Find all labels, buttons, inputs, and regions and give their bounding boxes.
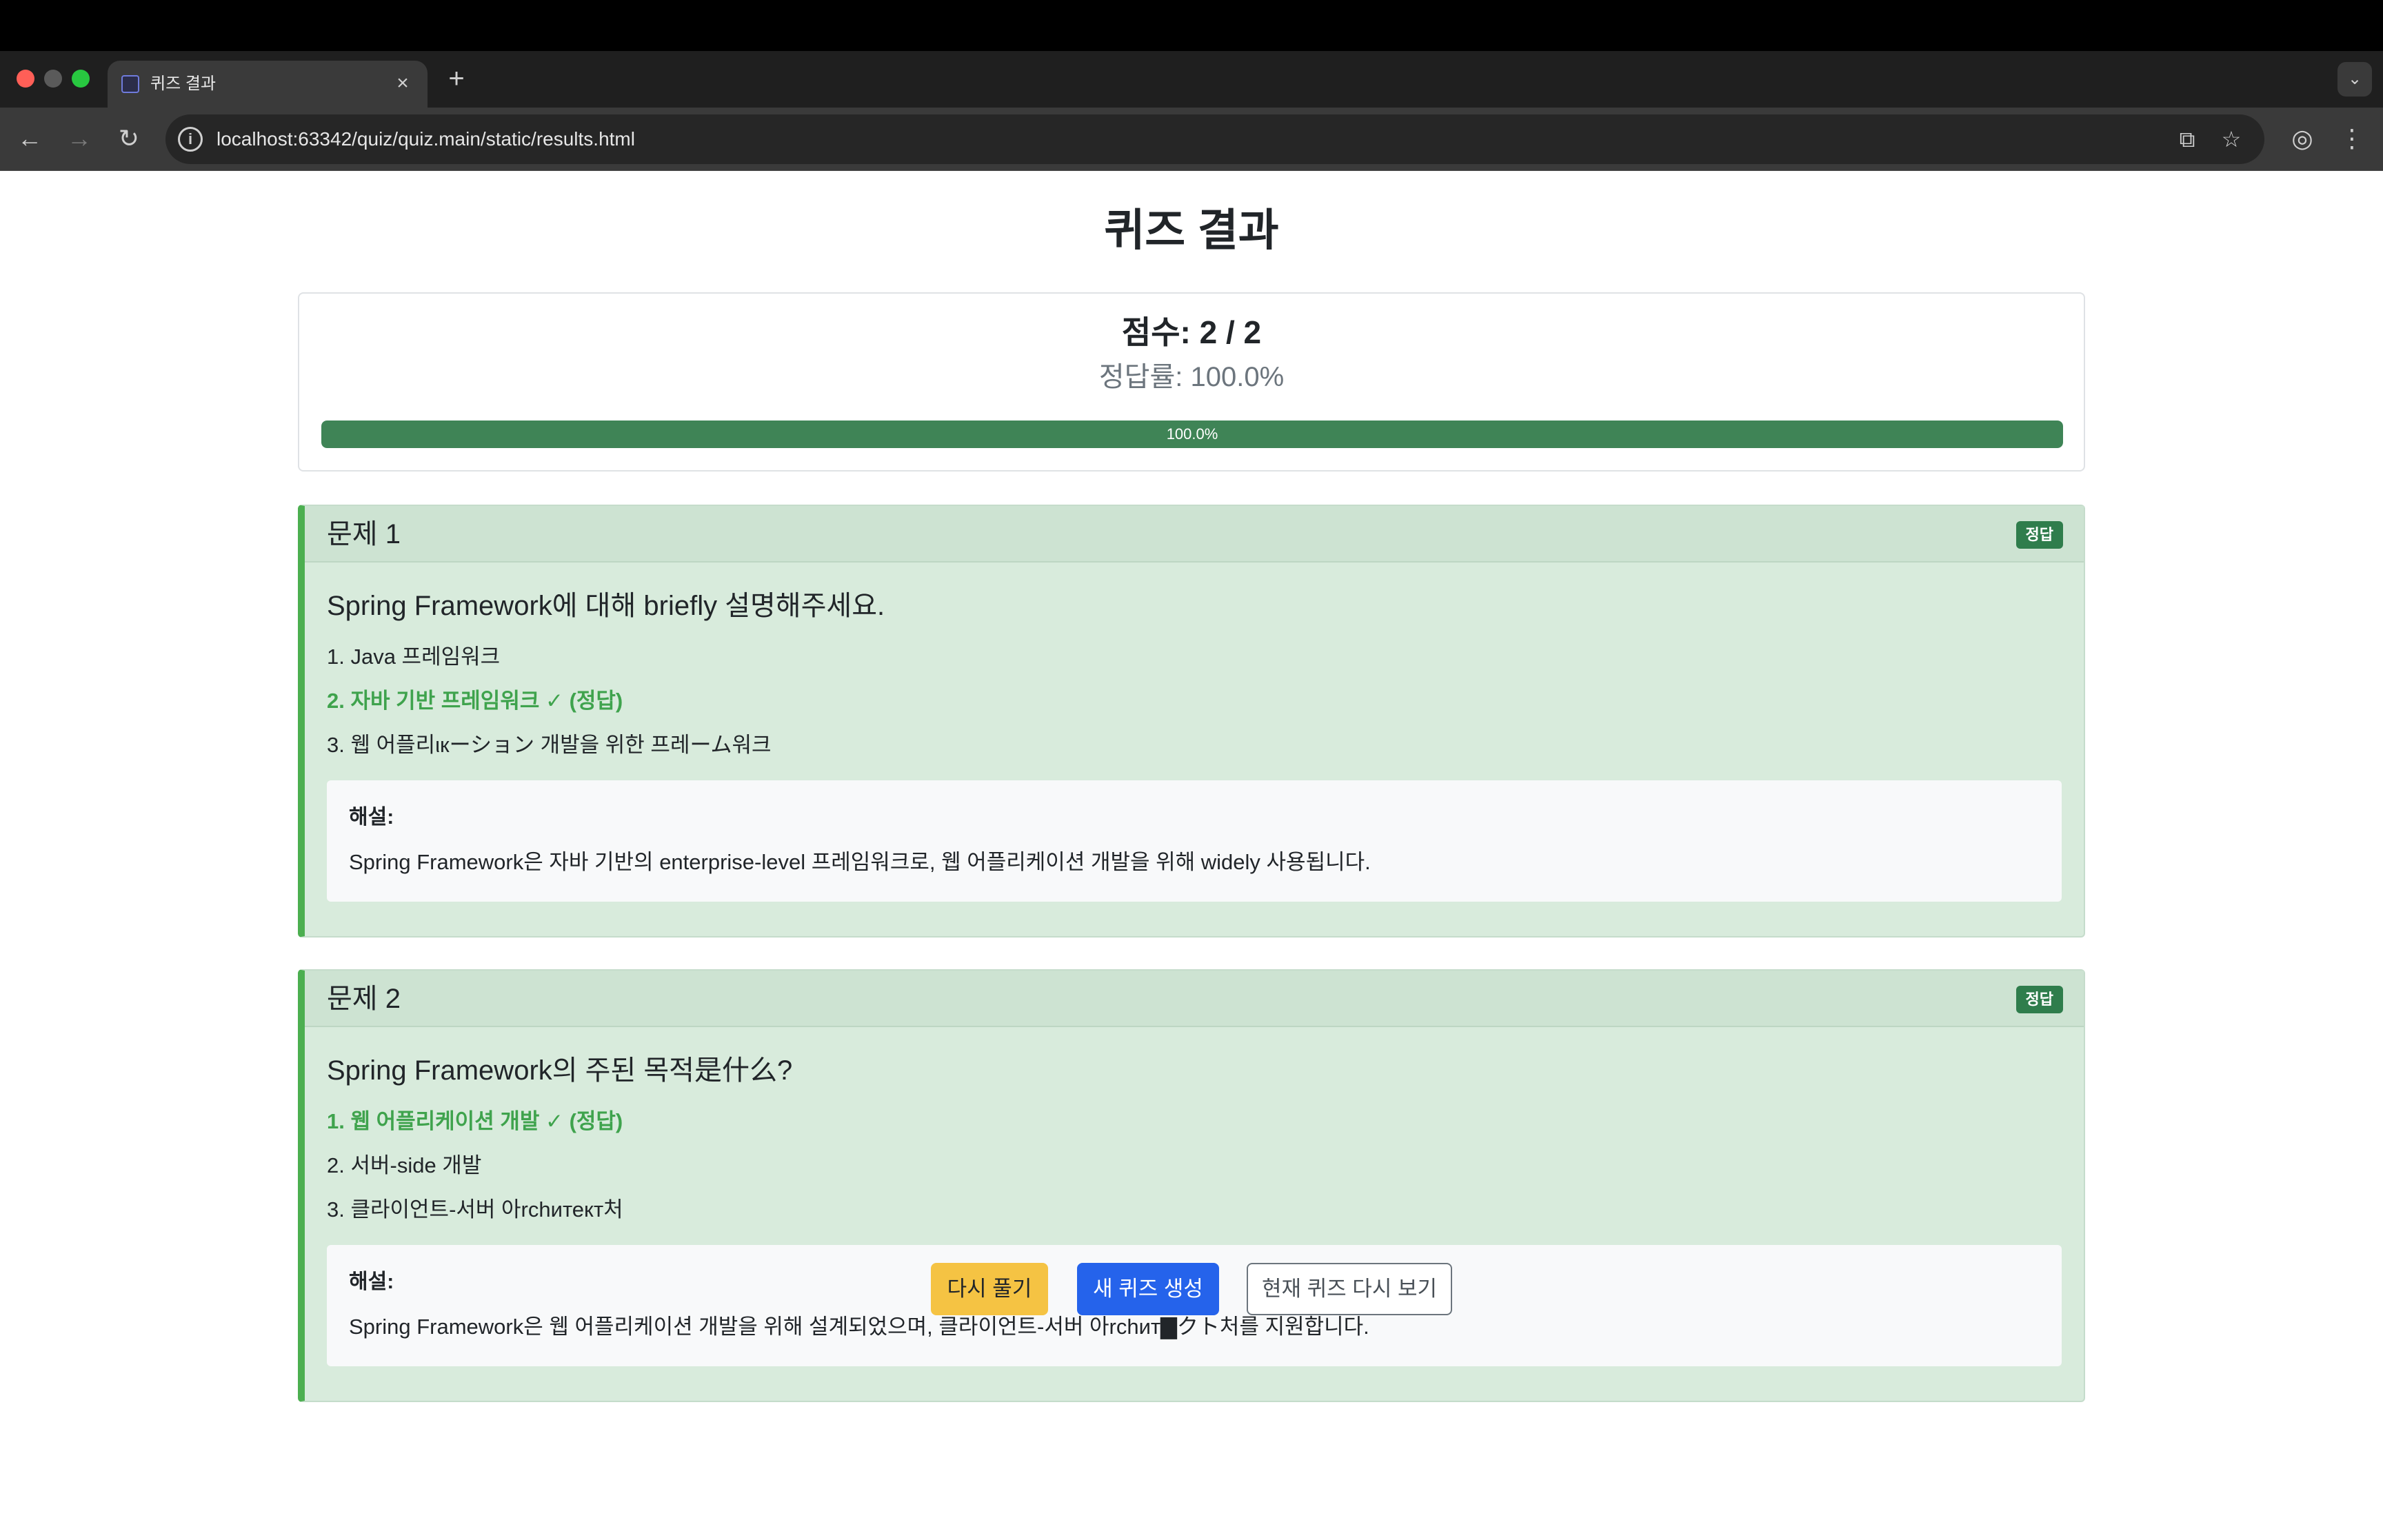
page-content: 퀴즈 결과 점수: 2 / 2 정답률: 100.0% 100.0% 문제 1 … <box>0 171 2383 1540</box>
question-text: Spring Framework의 주된 목적是什么? <box>327 1055 793 1086</box>
new-tab-icon[interactable]: + <box>441 63 472 94</box>
page-title: 퀴즈 결과 <box>1104 205 1279 255</box>
profile-icon[interactable]: ◎ <box>2284 120 2321 157</box>
tab-favicon-icon <box>121 75 139 93</box>
window-close-button[interactable] <box>17 70 34 88</box>
answer-option-3: 3. 웹 어플리ιкーション 개발을 위한 프레ーム워크 <box>327 733 772 757</box>
correct-badge: 정답 <box>2015 521 2063 549</box>
explanation-text: Spring Framework은 웹 어플리케이션 개발을 위해 설계되었으며… <box>349 1315 1369 1339</box>
answer-option-2: 2. 서버-side 개발 <box>327 1153 482 1177</box>
explanation-title: 해설: <box>349 806 394 829</box>
explanation-text: Spring Framework은 자바 기반의 enterprise-leve… <box>349 850 1371 874</box>
question-card-2: 문제 2 정답 Spring Framework의 주된 목적是什么? 1. 웹… <box>298 969 2085 1402</box>
browser-menu-icon[interactable]: ⋮ <box>2333 120 2371 157</box>
answer-option-1: 1. Java 프레임워크 <box>327 645 501 669</box>
tab-search-chevron-down-icon[interactable]: ⌄ <box>2337 62 2372 97</box>
translate-icon[interactable]: ⧉ <box>2172 124 2202 154</box>
explanation-box: 해설: Spring Framework은 자바 기반의 enterprise-… <box>327 780 2062 902</box>
browser-tab[interactable]: 퀴즈 결과 × <box>108 61 428 108</box>
question-number: 문제 1 <box>327 519 401 549</box>
review-quiz-button[interactable]: 현재 퀴즈 다시 보기 <box>1247 1263 1452 1315</box>
window-maximize-button[interactable] <box>72 70 90 88</box>
score-text: 점수: 2 / 2 <box>1121 314 1262 350</box>
accuracy-rate-text: 정답률: 100.0% <box>1098 362 1285 392</box>
tab-close-icon[interactable]: × <box>389 70 416 97</box>
correct-badge: 정답 <box>2015 986 2063 1013</box>
bookmark-star-icon[interactable]: ☆ <box>2216 124 2246 154</box>
window-minimize-button[interactable] <box>44 70 62 88</box>
question-header: 문제 1 정답 <box>305 506 2084 563</box>
address-bar[interactable]: i localhost:63342/quiz/quiz.main/static/… <box>165 114 2264 164</box>
answer-option-2: 2. 자바 기반 프레임워크 ✓ (정답) <box>327 689 623 713</box>
question-number: 문제 2 <box>327 984 401 1014</box>
retry-quiz-button[interactable]: 다시 풀기 <box>931 1263 1048 1315</box>
score-progress-bar: 100.0% <box>321 421 2063 448</box>
explanation-title: 해설: <box>349 1270 394 1293</box>
answer-option-3: 3. 클라이언트-서버 아rchитект처 <box>327 1197 623 1222</box>
score-card: 점수: 2 / 2 정답률: 100.0% 100.0% <box>298 292 2085 472</box>
back-arrow-icon[interactable]: ← <box>11 120 48 157</box>
question-card-1: 문제 1 정답 Spring Framework에 대해 briefly 설명해… <box>298 505 2085 938</box>
screen-top-bar <box>0 0 2383 51</box>
question-header: 문제 2 정답 <box>305 971 2084 1027</box>
score-progress-fill: 100.0% <box>321 421 2063 448</box>
forward-arrow-icon[interactable]: → <box>61 120 98 157</box>
url-text[interactable]: localhost:63342/quiz/quiz.main/static/re… <box>217 127 635 152</box>
new-quiz-button[interactable]: 새 퀴즈 생성 <box>1077 1263 1219 1315</box>
site-info-icon[interactable]: i <box>178 127 203 152</box>
answer-option-1: 1. 웹 어플리케이션 개발 ✓ (정답) <box>327 1109 623 1133</box>
question-text: Spring Framework에 대해 briefly 설명해주세요. <box>327 591 885 621</box>
tab-title: 퀴즈 결과 <box>150 74 216 93</box>
reload-icon[interactable]: ↻ <box>110 120 148 157</box>
